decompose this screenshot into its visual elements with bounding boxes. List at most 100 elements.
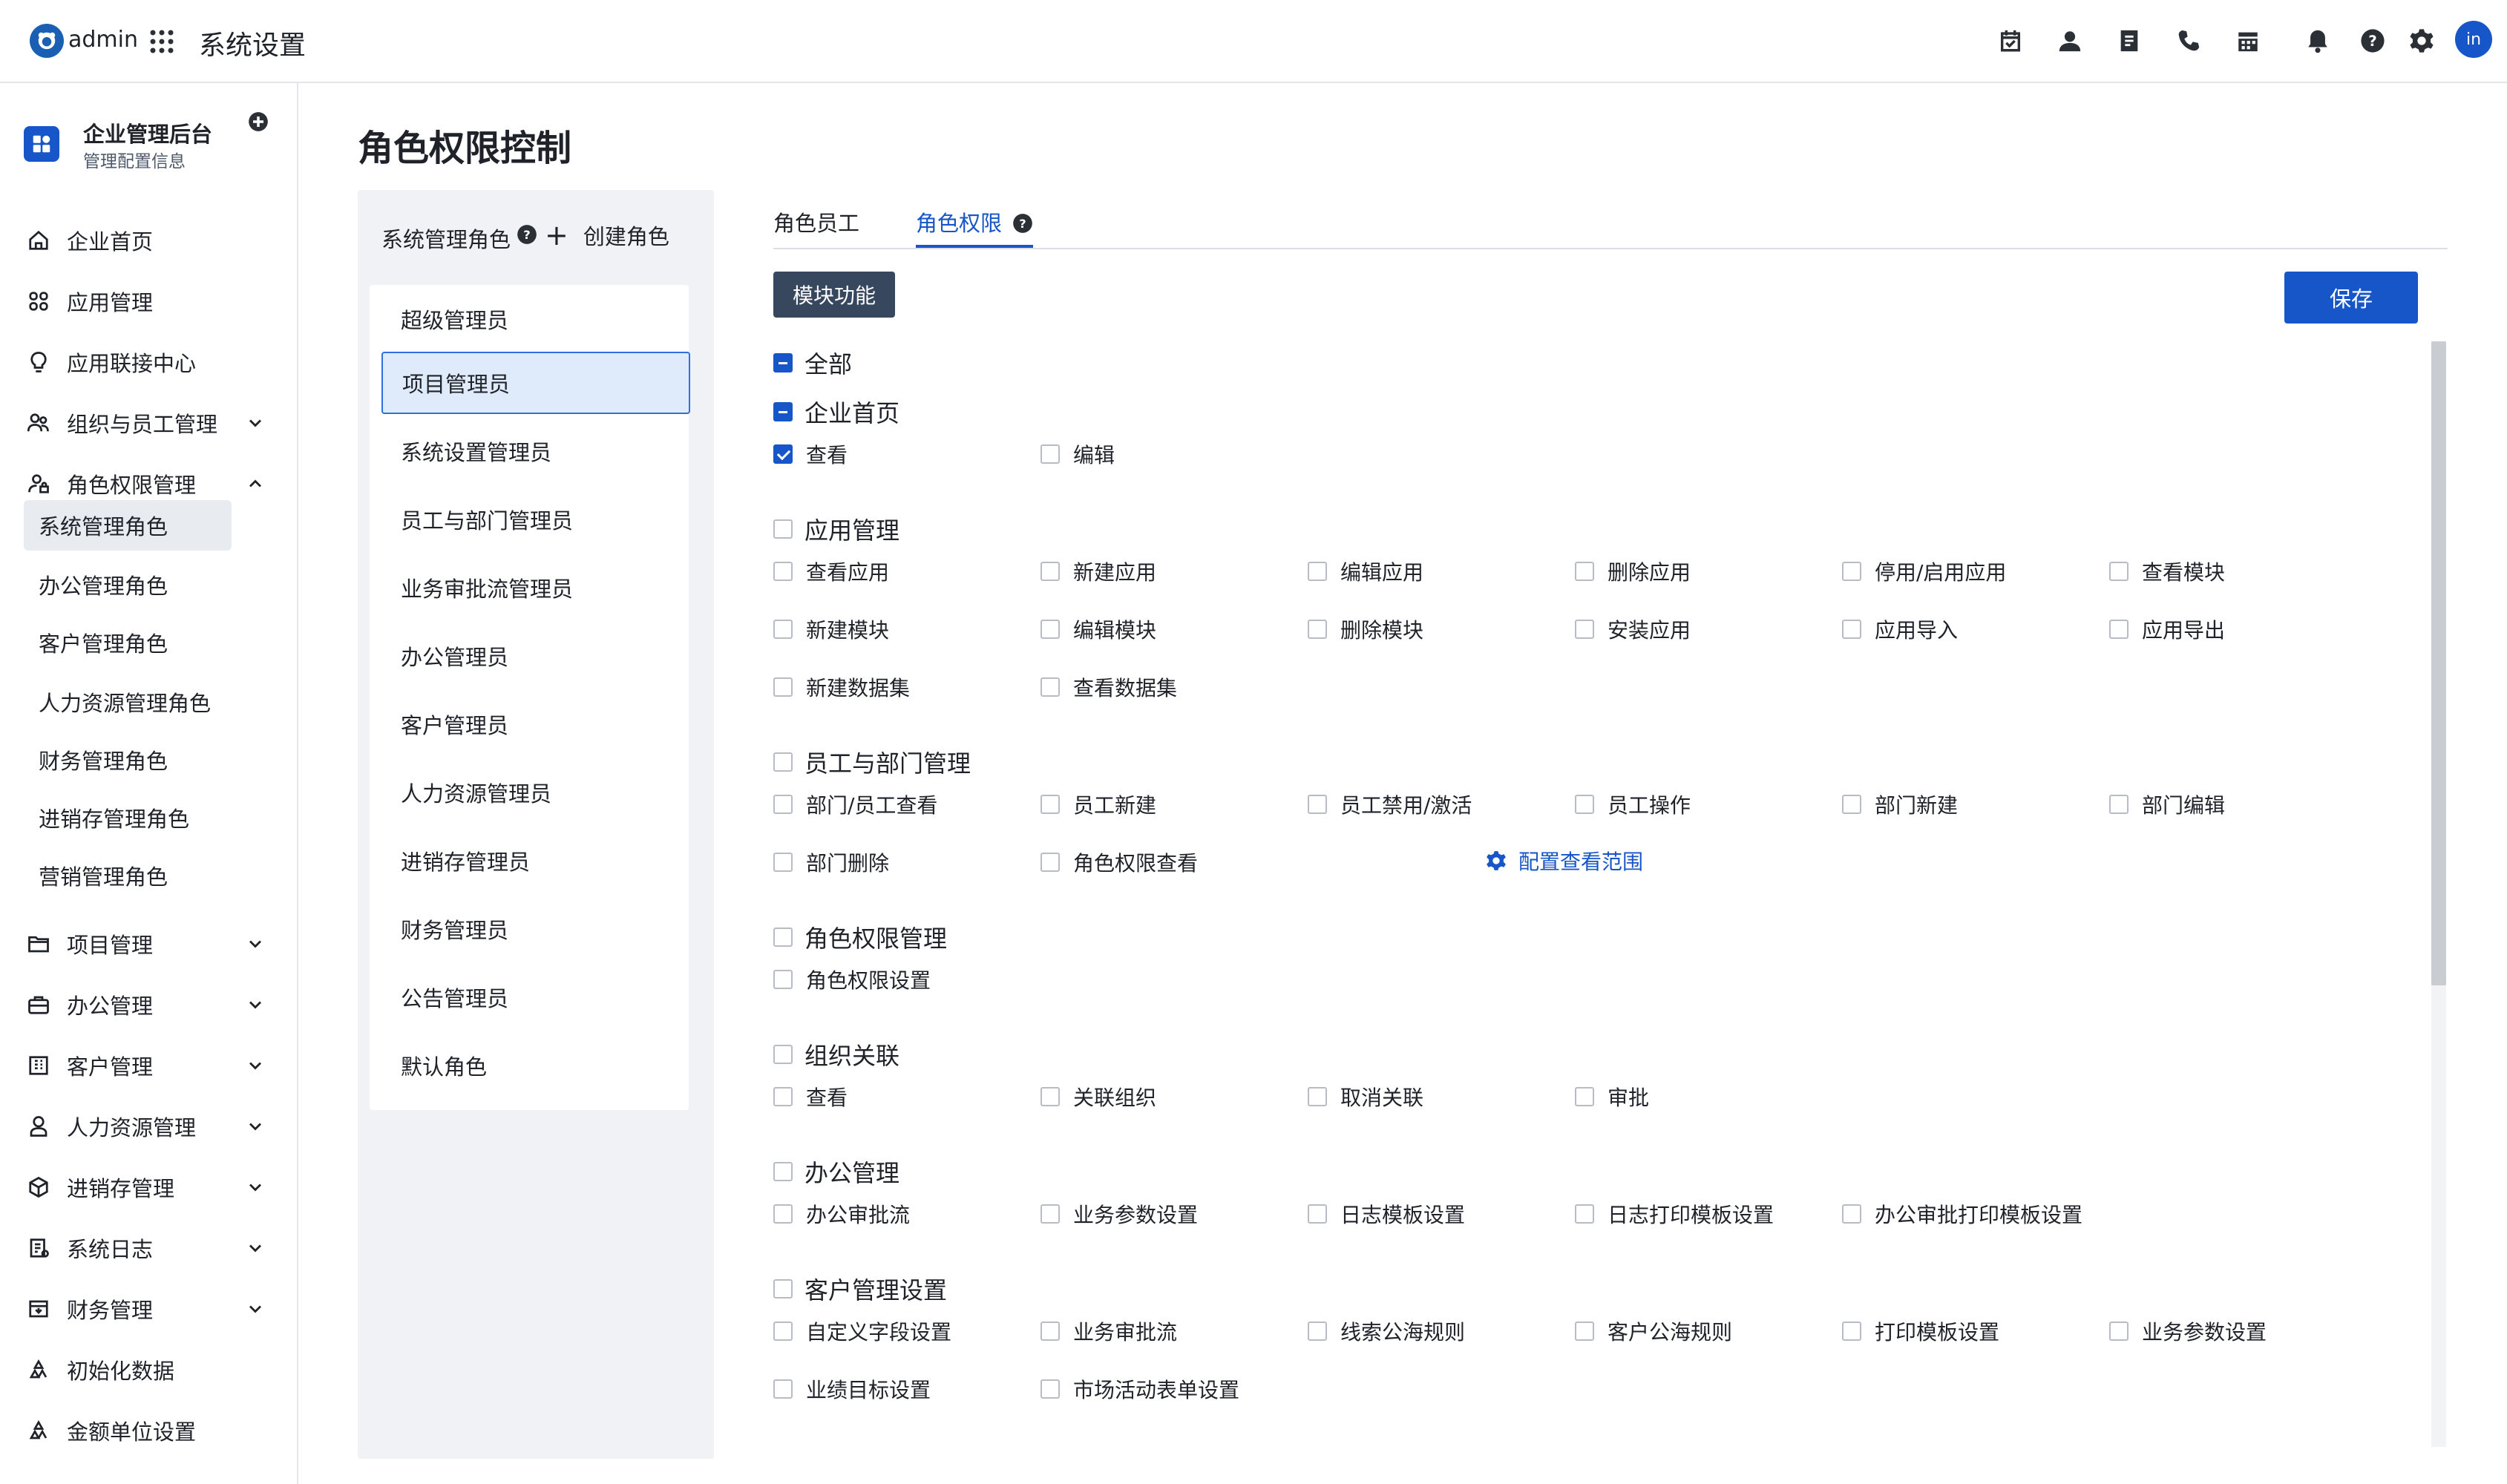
permission-item[interactable]: 部门编辑	[2109, 789, 2225, 819]
sidebar-item-org[interactable]: 组织与员工管理	[0, 399, 297, 447]
role-item-selected[interactable]: 项目管理员	[381, 352, 690, 414]
permission-item[interactable]: 业绩目标设置	[773, 1374, 931, 1404]
avatar[interactable]: in	[2455, 21, 2492, 58]
permission-item[interactable]: 查看数据集	[1041, 672, 1177, 702]
permission-checkbox[interactable]	[2109, 620, 2129, 639]
sidebar-item-customer[interactable]: 客户管理	[0, 1042, 297, 1089]
sidebar-item-project[interactable]: 项目管理	[0, 920, 297, 968]
permission-checkbox[interactable]	[1575, 1322, 1594, 1341]
permission-checkbox[interactable]	[773, 970, 793, 989]
role-item[interactable]: 财务管理员	[381, 898, 690, 960]
permission-item[interactable]: 角色权限查看	[1041, 847, 1198, 877]
role-item[interactable]: 办公管理员	[381, 625, 690, 687]
role-item[interactable]: 公告管理员	[381, 966, 690, 1028]
permission-checkbox[interactable]	[1041, 562, 1060, 581]
group-checkbox[interactable]	[773, 402, 793, 421]
phone-icon[interactable]	[2175, 27, 2203, 55]
permission-item[interactable]: 应用导入	[1842, 614, 1958, 644]
permission-item[interactable]: 查看	[773, 1082, 848, 1112]
tab-role-permissions[interactable]: 角色权限?	[916, 206, 1034, 248]
sub-item-customer-role[interactable]: 客户管理角色	[24, 617, 232, 668]
permission-checkbox[interactable]	[773, 853, 793, 872]
permission-checkbox[interactable]	[773, 562, 793, 581]
permission-item[interactable]: 打印模板设置	[1842, 1316, 1999, 1346]
permission-checkbox[interactable]	[1041, 620, 1060, 639]
chevron-down-icon[interactable]	[245, 1177, 266, 1198]
role-item[interactable]: 人力资源管理员	[381, 761, 690, 824]
permission-item[interactable]: 关联组织	[1041, 1082, 1156, 1112]
permission-item[interactable]: 新建应用	[1041, 556, 1156, 586]
group-checkbox[interactable]	[773, 1162, 793, 1181]
role-item[interactable]: 进销存管理员	[381, 830, 690, 892]
chevron-down-icon[interactable]	[245, 413, 266, 433]
permission-item[interactable]: 新建模块	[773, 614, 889, 644]
permission-checkbox[interactable]	[2109, 795, 2129, 814]
permission-item[interactable]: 停用/启用应用	[1842, 556, 2006, 586]
permission-checkbox[interactable]	[1041, 444, 1060, 464]
help-icon[interactable]: ?	[2359, 27, 2387, 55]
permission-item[interactable]: 应用导出	[2109, 614, 2225, 644]
save-button[interactable]: 保存	[2284, 272, 2418, 324]
permission-item[interactable]: 查看	[773, 439, 848, 469]
sidebar-item-home[interactable]: 企业首页	[0, 217, 297, 264]
permission-checkbox[interactable]	[773, 1322, 793, 1341]
permission-item[interactable]: 部门新建	[1842, 789, 1958, 819]
permission-group[interactable]: 组织关联	[773, 1037, 899, 1071]
module-function-button[interactable]: 模块功能	[773, 272, 895, 318]
permission-group[interactable]: 项目管理设置	[773, 1447, 947, 1451]
chevron-up-icon[interactable]	[245, 473, 266, 494]
permission-item[interactable]: 市场活动表单设置	[1041, 1374, 1239, 1404]
sidebar-item-inventory[interactable]: 进销存管理	[0, 1163, 297, 1211]
permission-checkbox[interactable]	[1041, 795, 1060, 814]
role-item[interactable]: 系统设置管理员	[381, 420, 690, 482]
permission-checkbox[interactable]	[1575, 620, 1594, 639]
permission-group[interactable]: 角色权限管理	[773, 920, 947, 954]
calendar-check-icon[interactable]	[1996, 27, 2025, 55]
permission-checkbox[interactable]	[1308, 795, 1327, 814]
tab-role-staff[interactable]: 角色员工	[773, 206, 859, 248]
chevron-down-icon[interactable]	[245, 1116, 266, 1137]
config-view-scope-link[interactable]: 配置查看范围	[1486, 846, 1643, 876]
permission-checkbox[interactable]	[1308, 1087, 1327, 1106]
scrollbar-thumb[interactable]	[2431, 341, 2446, 985]
sub-item-hr-role[interactable]: 人力资源管理角色	[24, 677, 232, 727]
add-circle-icon[interactable]	[248, 111, 269, 132]
permission-checkbox[interactable]	[2109, 1322, 2129, 1341]
group-checkbox[interactable]	[773, 519, 793, 539]
permission-item[interactable]: 业务审批流	[1041, 1316, 1177, 1346]
chevron-down-icon[interactable]	[245, 1298, 266, 1319]
permission-item[interactable]: 员工新建	[1041, 789, 1156, 819]
calendar-icon[interactable]	[2234, 27, 2262, 55]
permission-checkbox[interactable]	[1575, 1087, 1594, 1106]
permission-item[interactable]: 部门删除	[773, 847, 889, 877]
help-icon[interactable]: ?	[517, 224, 537, 245]
user-icon[interactable]	[2056, 27, 2084, 55]
permission-checkbox[interactable]	[1575, 795, 1594, 814]
permission-checkbox[interactable]	[1575, 562, 1594, 581]
permission-checkbox[interactable]	[1842, 620, 1861, 639]
permission-checkbox[interactable]	[2109, 562, 2129, 581]
permission-item[interactable]: 编辑模块	[1041, 614, 1156, 644]
permission-item[interactable]: 角色权限设置	[773, 965, 931, 994]
permission-item[interactable]: 业务参数设置	[1041, 1199, 1198, 1229]
permission-checkbox[interactable]	[1575, 1204, 1594, 1224]
document-icon[interactable]	[2115, 27, 2143, 55]
group-checkbox[interactable]	[773, 1279, 793, 1298]
chevron-down-icon[interactable]	[245, 933, 266, 954]
sidebar-item-apps[interactable]: 应用管理	[0, 278, 297, 325]
permission-checkbox[interactable]	[773, 620, 793, 639]
sub-item-finance-role[interactable]: 财务管理角色	[24, 735, 232, 785]
permission-item[interactable]: 取消关联	[1308, 1082, 1423, 1112]
sub-item-system-role[interactable]: 系统管理角色	[24, 500, 232, 551]
permission-item[interactable]: 删除应用	[1575, 556, 1691, 586]
permission-checkbox[interactable]	[1041, 677, 1060, 697]
chevron-down-icon[interactable]	[245, 1238, 266, 1258]
sidebar-item-syslog[interactable]: 系统日志	[0, 1224, 297, 1272]
group-checkbox[interactable]	[773, 928, 793, 947]
permission-checkbox[interactable]	[1041, 853, 1060, 872]
chevron-down-icon[interactable]	[245, 994, 266, 1015]
permission-checkbox[interactable]	[773, 1379, 793, 1399]
permission-checkbox[interactable]	[1842, 1204, 1861, 1224]
bell-icon[interactable]	[2304, 27, 2332, 55]
permission-checkbox[interactable]	[1842, 1322, 1861, 1341]
